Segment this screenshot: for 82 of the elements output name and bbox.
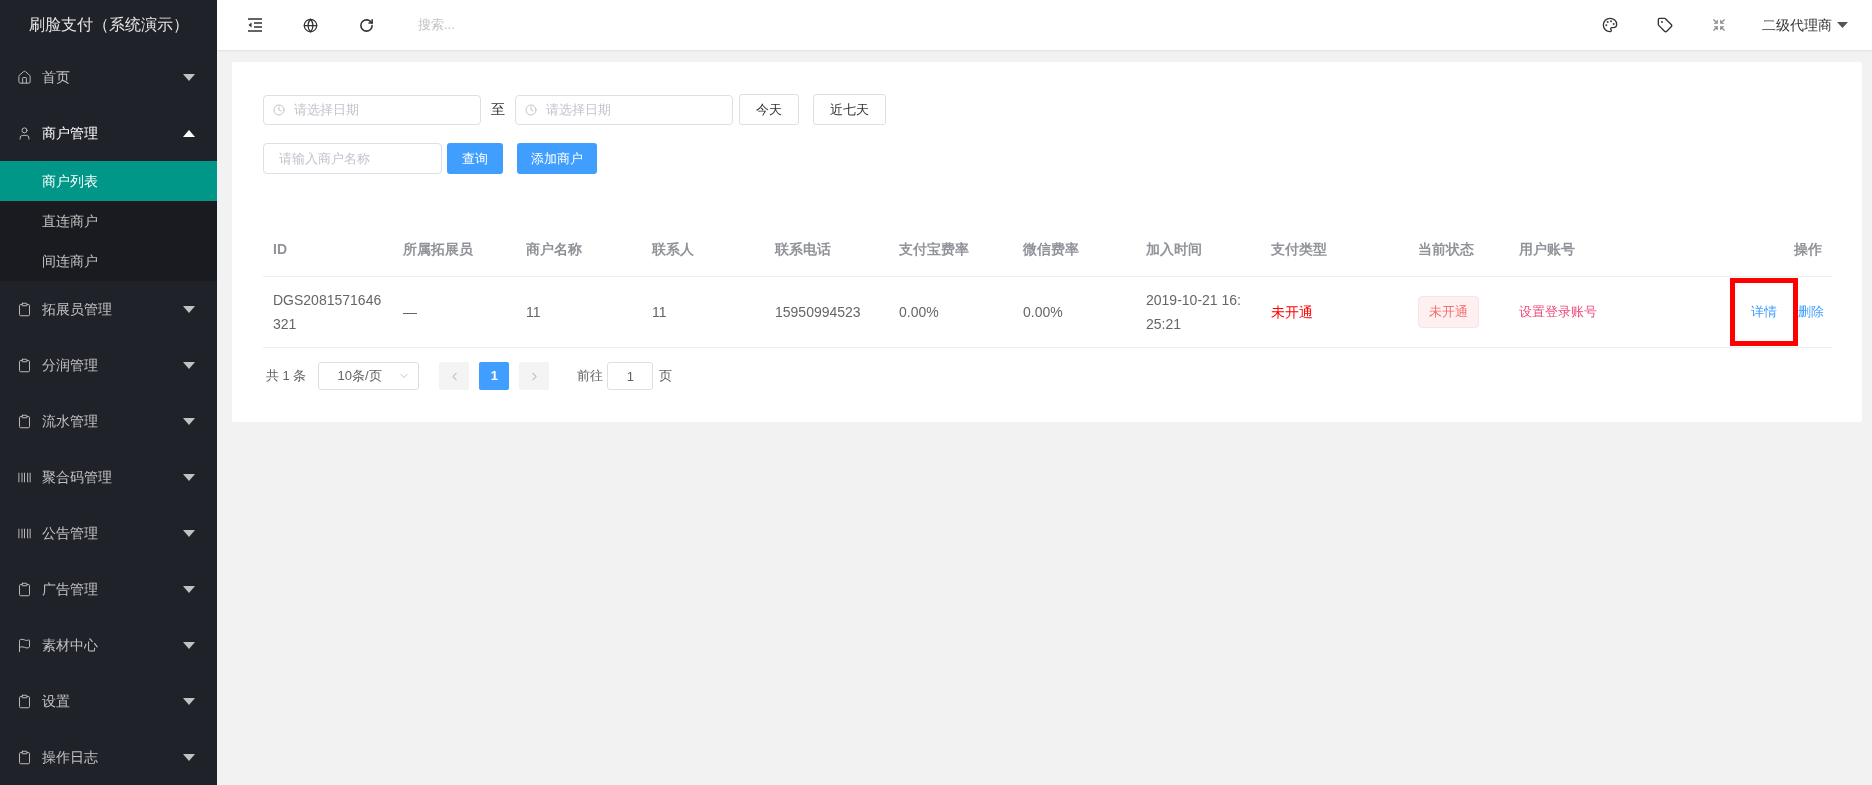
caret-up-icon (183, 129, 195, 137)
column-header: 商户名称 (525, 240, 583, 259)
table-cell-text: 11 (526, 302, 541, 322)
fullscreen-exit-icon[interactable] (1712, 18, 1726, 32)
clipboard-icon (17, 413, 32, 429)
caret-down-icon (183, 73, 195, 81)
barcode-icon (17, 469, 32, 485)
column-header: 联系电话 (773, 240, 832, 259)
caret-down-icon (183, 641, 195, 649)
menu-item[interactable]: 素材中心 (0, 617, 217, 673)
menu-item[interactable]: 首页 (0, 49, 217, 105)
submenu-item[interactable]: 间连商户 (0, 241, 217, 281)
menu-item[interactable]: 操作日志 (0, 729, 217, 785)
clipboard-icon (17, 357, 32, 373)
date-field[interactable]: 请选择日期 (263, 94, 481, 125)
column-header: 支付宝费率 (898, 240, 970, 259)
clipboard-icon (17, 749, 32, 765)
flag-icon (17, 637, 32, 653)
table-cell-text: 11 (652, 302, 667, 322)
range-separator: 至 (491, 100, 505, 119)
column-header: 操作 (1793, 240, 1823, 259)
clipboard-icon (17, 693, 32, 709)
column-header: 所属拓展员 (402, 240, 474, 259)
quick-date-button[interactable]: 近七天 (813, 94, 886, 125)
refresh-icon[interactable] (359, 17, 374, 33)
column-header: ID (272, 240, 288, 259)
column-header: 加入时间 (1145, 240, 1203, 259)
menu-item[interactable]: 拓展员管理 (0, 281, 217, 337)
caret-down-icon (183, 753, 195, 761)
caret-down-icon (183, 473, 195, 481)
menu-item[interactable]: 分润管理 (0, 337, 217, 393)
menu-item[interactable]: 商户管理 (0, 105, 217, 161)
menu-item[interactable]: 流水管理 (0, 393, 217, 449)
menu-item[interactable]: 聚合码管理 (0, 449, 217, 505)
total-count: 共 1 条 (266, 367, 307, 386)
tag-icon[interactable] (1657, 17, 1673, 33)
clock-icon (525, 103, 537, 116)
goto-page-field[interactable]: 1 (607, 362, 654, 390)
search-field[interactable]: 搜索... (418, 15, 618, 35)
collapse-menu-icon[interactable] (247, 18, 263, 32)
app-title: 刷脸支付（系统演示） (28, 14, 189, 35)
clipboard-icon (17, 581, 32, 597)
user-icon (17, 125, 32, 141)
menu-item[interactable]: 广告管理 (0, 561, 217, 617)
caret-down-icon (183, 697, 195, 705)
barcode-icon (17, 525, 32, 541)
page-size-select[interactable]: 10条/页 (318, 362, 420, 390)
clock-icon (273, 103, 285, 116)
table-cell-text: DGS2081571646321 (273, 291, 383, 334)
table-cell-text: 2019-10-21 16:25:21 (1146, 291, 1242, 334)
date-field[interactable]: 请选择日期 (515, 94, 733, 125)
caret-down-icon (1837, 22, 1848, 28)
palette-icon[interactable] (1602, 17, 1618, 33)
quick-date-button[interactable]: 今天 (739, 94, 799, 125)
column-header: 用户账号 (1518, 240, 1576, 259)
table-cell-text: 0.00% (899, 302, 939, 322)
goto-label: 前往 (577, 367, 604, 386)
column-header: 支付类型 (1270, 240, 1328, 259)
home-icon (17, 69, 32, 85)
status-tag: 未开通 (1418, 296, 1479, 328)
globe-icon[interactable] (303, 17, 318, 33)
page-suffix: 页 (659, 367, 673, 386)
clipboard-icon (17, 301, 32, 317)
table-cell-text: 0.00% (1023, 302, 1063, 322)
caret-down-icon (183, 305, 195, 313)
submenu-item[interactable]: 直连商户 (0, 201, 217, 241)
pay-type-text: 未开通 (1271, 302, 1313, 322)
menu-item[interactable]: 公告管理 (0, 505, 217, 561)
table-cell-text: 15950994523 (775, 302, 861, 322)
caret-down-icon (183, 361, 195, 369)
column-header: 联系人 (650, 240, 695, 259)
column-header: 当前状态 (1417, 240, 1475, 259)
caret-down-icon (183, 417, 195, 425)
set-account-link[interactable]: 设置登录账号 (1519, 302, 1597, 322)
user-menu[interactable]: 二级代理商 (1762, 14, 1848, 36)
merchant-name-field[interactable]: 请输入商户名称 (263, 143, 442, 174)
menu-item[interactable]: 设置 (0, 673, 217, 729)
caret-down-icon (183, 585, 195, 593)
caret-down-icon (183, 529, 195, 537)
column-header: 微信费率 (1022, 240, 1080, 259)
table-cell-text: — (403, 302, 417, 322)
submenu-item[interactable]: 商户列表 (0, 161, 217, 201)
